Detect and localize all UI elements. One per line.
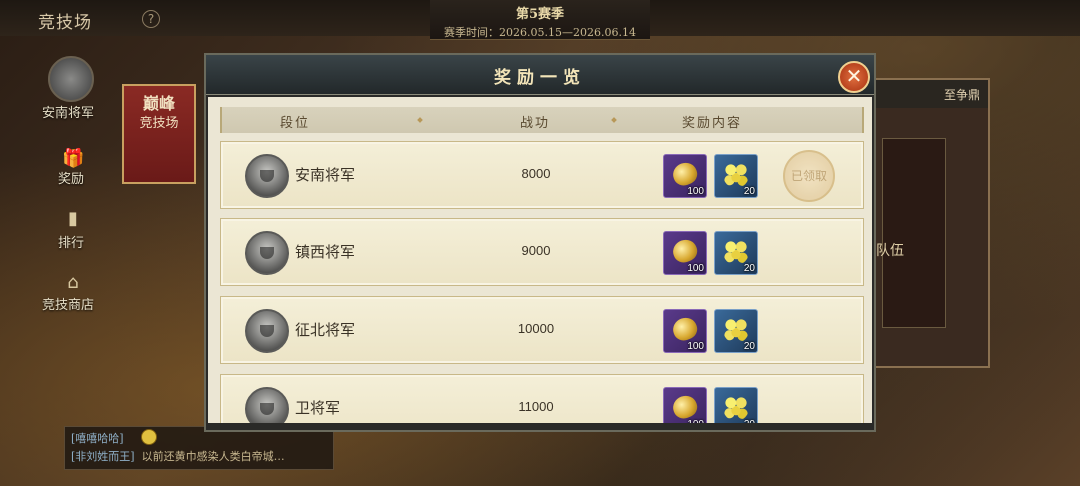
reward-row: 安南将军 8000 100 20 已领取 [220,141,864,209]
power-value: 10000 [517,321,555,336]
rank-avatar[interactable] [48,56,94,102]
banner-line1: 巅峰 [142,94,175,113]
fruit-icon[interactable]: 20 [714,387,758,423]
claimed-stamp: 已领取 [783,150,835,202]
banner-line2: 竞技场 [139,116,179,131]
right-panel-header: 至争鼎 [872,80,988,108]
fruit-icon[interactable]: 20 [714,154,758,198]
wolf-rank-icon [245,309,289,353]
rank-label: 安南将军 [42,106,95,121]
item-qty: 100 [687,419,704,423]
power-value: 8000 [521,166,551,181]
rank-name: 镇西将军 [295,243,356,261]
modal-body[interactable]: 段位 战功 奖励内容 安南将军 8000 100 20 已领取 镇西将军 900… [208,97,872,423]
rank-name: 卫将军 [295,399,341,417]
gold-ingot-icon[interactable]: 100 [663,387,707,423]
close-icon[interactable]: ✕ [838,61,870,93]
rank-name: 安南将军 [295,166,356,184]
ranking-icon[interactable]: ▮ [62,208,84,229]
col-rank: 段位 [280,116,311,131]
reward-row: 镇西将军 9000 100 20 [220,218,864,286]
screen-title: 竞技场 [38,13,92,33]
wolf-rank-icon [245,154,289,198]
fruit-icon[interactable]: 20 [714,231,758,275]
right-panel: 至争鼎 队伍 [870,78,990,368]
gold-ingot-icon[interactable]: 100 [663,154,707,198]
left-nav: 安南将军 巅峰 竞技场 🎁 奖励 ▮ 排行 ⌂ 竞技商店 [0,36,200,436]
gold-ingot-icon[interactable]: 100 [663,309,707,353]
reward-icon[interactable]: 🎁 [62,148,84,169]
nav-item-ranking[interactable]: 排行 [58,232,84,251]
arena-screen: 竞技场 ? 第5赛季 赛季时间：2026.05.15—2026.06.14 安南… [0,0,1080,486]
fruit-icon[interactable]: 20 [714,309,758,353]
emoji-icon[interactable] [141,429,157,445]
item-qty: 20 [743,186,755,197]
team-label[interactable]: 队伍 [876,240,916,260]
shop-icon[interactable]: ⌂ [62,272,84,293]
peak-arena-banner[interactable]: 巅峰 竞技场 [122,84,196,184]
item-qty: 100 [687,263,704,274]
modal-title: 奖励一览 [494,68,586,88]
divider-dot [417,117,423,123]
nav-item-shop[interactable]: 竞技商店 [42,294,94,313]
item-qty: 20 [744,419,755,423]
item-qty: 100 [687,186,704,197]
item-qty: 20 [743,341,755,352]
rank-name: 征北将军 [295,321,356,339]
item-qty: 100 [687,341,704,352]
chat-message-2: 以前还黄巾感染人类白帝城… [141,450,285,463]
season-name: 第5赛季 [515,7,565,22]
col-power: 战功 [520,116,551,131]
power-value: 9000 [521,243,551,258]
gold-ingot-icon[interactable]: 100 [663,231,707,275]
item-qty: 20 [743,263,755,274]
reward-row: 卫将军 11000 100 20 [220,374,864,423]
season-time: 赛季时间：2026.05.15—2026.06.14 [444,26,636,39]
chat-sender-1: [嘻嘻哈哈] [71,432,124,445]
divider-dot [611,117,617,123]
reward-row: 征北将军 10000 100 20 [220,296,864,364]
column-header: 段位 战功 奖励内容 [220,107,864,133]
power-value: 11000 [518,399,554,414]
right-panel-art [882,138,946,328]
wolf-rank-icon [245,387,289,423]
wolf-rank-icon [245,231,289,275]
modal-header: 奖励一览 ✕ [206,55,874,95]
chat-sender-2: [非刘姓而王] [71,450,135,463]
nav-item-reward[interactable]: 奖励 [58,168,84,187]
help-icon[interactable]: ? [142,10,160,28]
season-info: 第5赛季 赛季时间：2026.05.15—2026.06.14 [430,0,650,40]
col-rewards: 奖励内容 [682,116,743,131]
chat-box[interactable]: [嘻嘻哈哈] [非刘姓而王] 以前还黄巾感染人类白帝城… [64,426,334,470]
reward-list-modal: 奖励一览 ✕ 段位 战功 奖励内容 安南将军 8000 100 20 已领取 镇… [204,53,876,432]
